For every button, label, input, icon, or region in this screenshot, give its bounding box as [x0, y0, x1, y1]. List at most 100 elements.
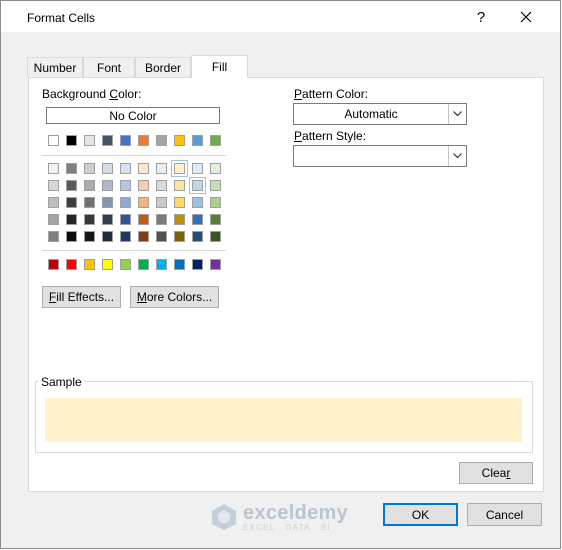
color-swatch[interactable] — [156, 197, 167, 208]
palette-divider — [42, 250, 226, 251]
sample-preview — [45, 398, 522, 442]
color-swatch[interactable] — [156, 135, 167, 146]
color-swatch[interactable] — [210, 197, 221, 208]
color-swatch[interactable] — [84, 197, 95, 208]
ok-button[interactable]: OK — [383, 503, 458, 526]
color-swatch[interactable] — [84, 163, 95, 174]
color-swatch[interactable] — [102, 214, 113, 225]
color-swatch[interactable] — [138, 163, 149, 174]
color-swatch[interactable] — [120, 259, 131, 270]
exceldemy-watermark: exceldemy EXCEL · DATA · BI — [211, 502, 348, 532]
help-button[interactable]: ? — [461, 5, 501, 29]
color-swatch[interactable] — [48, 197, 59, 208]
color-swatch[interactable] — [84, 214, 95, 225]
color-swatch[interactable] — [192, 197, 203, 208]
color-swatch[interactable] — [174, 214, 185, 225]
color-swatch[interactable] — [138, 135, 149, 146]
color-swatch[interactable] — [174, 231, 185, 242]
color-swatch[interactable] — [174, 135, 185, 146]
more-colors-button[interactable]: More Colors... — [130, 286, 219, 308]
color-swatch[interactable] — [48, 231, 59, 242]
background-color-label: Background Color: — [42, 87, 142, 101]
fill-effects-button[interactable]: Fill Effects... — [42, 286, 121, 308]
color-swatch[interactable] — [174, 259, 185, 270]
color-swatch[interactable] — [138, 197, 149, 208]
color-swatch[interactable] — [156, 259, 167, 270]
palette-divider — [42, 155, 226, 156]
color-swatch[interactable] — [192, 259, 203, 270]
color-swatch[interactable] — [138, 214, 149, 225]
format-cells-dialog: Format Cells ? Number Font Border Fill B… — [0, 0, 561, 549]
cancel-button[interactable]: Cancel — [467, 503, 542, 526]
color-swatch[interactable] — [66, 135, 77, 146]
color-swatch[interactable] — [192, 135, 203, 146]
pattern-color-dropdown[interactable]: Automatic — [293, 103, 467, 125]
color-swatch[interactable] — [48, 135, 59, 146]
close-button[interactable] — [506, 5, 546, 29]
color-swatch[interactable] — [102, 180, 113, 191]
color-swatch[interactable] — [156, 214, 167, 225]
color-swatch[interactable] — [84, 259, 95, 270]
color-swatch[interactable] — [66, 259, 77, 270]
color-swatch[interactable] — [102, 259, 113, 270]
clear-button[interactable]: Clea r — [459, 462, 533, 484]
color-swatch[interactable] — [48, 180, 59, 191]
color-swatch[interactable] — [66, 163, 77, 174]
color-swatch[interactable] — [171, 160, 188, 177]
color-swatch[interactable] — [189, 177, 206, 194]
color-swatch[interactable] — [84, 135, 95, 146]
color-swatch[interactable] — [120, 231, 131, 242]
color-swatch[interactable] — [156, 180, 167, 191]
color-swatch[interactable] — [66, 197, 77, 208]
color-swatch[interactable] — [174, 197, 185, 208]
no-color-button[interactable]: No Color — [46, 107, 220, 124]
color-swatch[interactable] — [120, 180, 131, 191]
pattern-style-value — [294, 146, 448, 166]
color-swatch[interactable] — [120, 197, 131, 208]
color-swatch[interactable] — [120, 214, 131, 225]
color-swatch[interactable] — [102, 197, 113, 208]
pattern-style-label: Pattern Style: — [294, 129, 367, 143]
tab-font[interactable]: Font — [83, 57, 135, 77]
color-swatch[interactable] — [138, 231, 149, 242]
color-swatch[interactable] — [138, 259, 149, 270]
watermark-name: exceldemy — [243, 501, 348, 524]
dialog-title: Format Cells — [27, 11, 96, 25]
fill-tab-panel: Background Color: No Color Fill Effects.… — [28, 77, 544, 492]
color-swatch[interactable] — [66, 180, 77, 191]
pattern-style-dropdown[interactable] — [293, 145, 467, 167]
color-swatch[interactable] — [102, 163, 113, 174]
sample-label: Sample — [39, 375, 84, 389]
color-swatch[interactable] — [156, 231, 167, 242]
color-swatch[interactable] — [210, 180, 221, 191]
color-swatch[interactable] — [66, 231, 77, 242]
tab-border[interactable]: Border — [135, 57, 191, 77]
color-swatch[interactable] — [210, 231, 221, 242]
tab-fill[interactable]: Fill — [191, 55, 248, 78]
exceldemy-logo-icon — [212, 504, 236, 530]
color-swatch[interactable] — [192, 163, 203, 174]
color-swatch[interactable] — [192, 214, 203, 225]
color-swatch[interactable] — [84, 231, 95, 242]
color-swatch[interactable] — [210, 259, 221, 270]
color-swatch[interactable] — [102, 231, 113, 242]
color-swatch[interactable] — [48, 259, 59, 270]
color-swatch[interactable] — [48, 214, 59, 225]
color-swatch[interactable] — [120, 163, 131, 174]
color-swatch[interactable] — [120, 135, 131, 146]
color-swatch[interactable] — [84, 180, 95, 191]
pattern-color-label: Pattern Color: — [294, 87, 369, 101]
color-swatch[interactable] — [156, 163, 167, 174]
color-swatch[interactable] — [102, 135, 113, 146]
chevron-down-icon — [448, 146, 466, 166]
tab-number[interactable]: Number — [27, 57, 83, 77]
title-bar: Format Cells ? — [1, 1, 560, 32]
color-swatch[interactable] — [138, 180, 149, 191]
color-swatch[interactable] — [210, 135, 221, 146]
color-swatch[interactable] — [66, 214, 77, 225]
color-swatch[interactable] — [192, 231, 203, 242]
color-swatch[interactable] — [174, 180, 185, 191]
color-swatch[interactable] — [210, 163, 221, 174]
color-swatch[interactable] — [210, 214, 221, 225]
color-swatch[interactable] — [48, 163, 59, 174]
